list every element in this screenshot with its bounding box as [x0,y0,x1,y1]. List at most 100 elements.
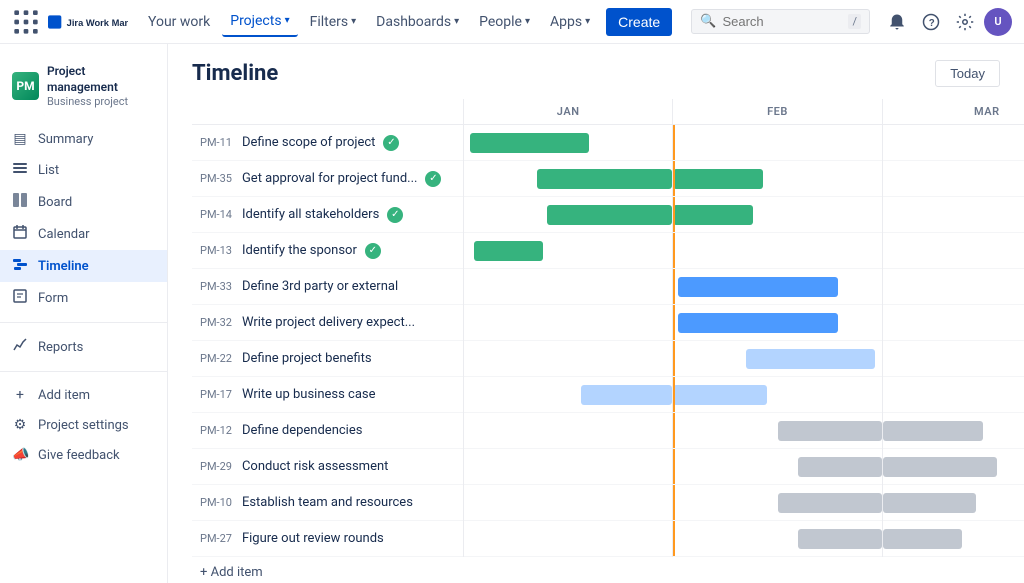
filters-chevron-icon: ▾ [351,16,356,27]
table-row[interactable]: PM-12Define dependencies [192,413,1024,449]
table-row[interactable]: PM-27Figure out review rounds [192,521,1024,557]
create-button[interactable]: Create [606,8,672,36]
task-name: Define 3rd party or external [242,279,398,294]
app-logo[interactable]: Jira Work Management [12,8,128,36]
gantt-bar[interactable] [798,529,881,549]
task-id: PM-35 [200,172,232,185]
sidebar-item-timeline[interactable]: Timeline [0,250,167,282]
gantt-bar[interactable] [547,205,672,225]
sidebar-item-calendar[interactable]: Calendar [0,218,167,250]
help-button[interactable]: ? [916,7,946,37]
nav-projects[interactable]: Projects ▾ [222,7,297,37]
gantt-cell-mar [882,449,1024,485]
apps-grid-icon [12,8,40,36]
sidebar-item-list[interactable]: List [0,154,167,186]
table-row[interactable]: PM-13Identify the sponsor✓ [192,233,1024,269]
gantt-bar[interactable] [883,529,962,549]
sidebar-item-board[interactable]: Board [0,186,167,218]
sidebar-item-label: Add item [38,388,90,403]
gantt-cell-mar [882,125,1024,161]
gantt-bar[interactable] [883,493,977,513]
sidebar-item-give-feedback[interactable]: 📣 Give feedback [0,440,167,470]
gantt-bar[interactable] [678,313,838,333]
table-row[interactable]: PM-10Establish team and resources [192,485,1024,521]
table-row[interactable]: PM-33Define 3rd party or external [192,269,1024,305]
task-name: Write project delivery expect... [242,315,415,330]
top-nav: Jira Work Management Your work Projects … [0,0,1024,44]
gantt-bar[interactable] [883,421,983,441]
settings-button[interactable] [950,7,980,37]
jan-header: JAN [464,99,673,125]
timeline-month-headers: JAN FEB MAR [192,99,1024,125]
gantt-bar[interactable] [678,277,838,297]
task-id: PM-10 [200,496,232,509]
task-cell: PM-13Identify the sponsor✓ [192,233,464,269]
summary-icon: ▤ [12,131,28,147]
gantt-cell-mar [882,305,1024,341]
sidebar-item-label: Form [38,291,68,306]
gantt-cell-jan [464,521,673,557]
sidebar-item-project-settings[interactable]: ⚙ Project settings [0,410,167,440]
gantt-bar[interactable] [581,385,673,405]
table-row[interactable]: PM-22Define project benefits [192,341,1024,377]
dashboards-chevron-icon: ▾ [454,16,459,27]
nav-dashboards[interactable]: Dashboards ▾ [368,8,467,36]
gantt-cell-feb [673,521,882,557]
today-line [673,305,675,340]
task-name: Define project benefits [242,351,372,366]
sidebar-item-summary[interactable]: ▤ Summary [0,124,167,154]
apps-chevron-icon: ▾ [585,16,590,27]
today-line [673,521,675,556]
sidebar-divider-2 [0,371,167,372]
gantt-cell-jan [464,305,673,341]
table-row[interactable]: PM-14Identify all stakeholders✓ [192,197,1024,233]
completed-check-icon: ✓ [387,207,403,223]
table-row[interactable]: PM-32Write project delivery expect... [192,305,1024,341]
nav-people[interactable]: People ▾ [471,8,538,36]
user-avatar[interactable]: U [984,8,1012,36]
table-row[interactable]: PM-29Conduct risk assessment [192,449,1024,485]
task-name: Identify the sponsor [242,243,357,258]
gantt-cell-feb [673,125,882,161]
add-item-button[interactable]: + Add item [200,565,1024,580]
sidebar-item-reports[interactable]: Reports [0,331,167,363]
gantt-bar[interactable] [537,169,672,189]
search-input[interactable] [722,14,842,29]
add-item-row[interactable]: + Add item [192,557,1024,583]
table-row[interactable]: PM-17Write up business case [192,377,1024,413]
sidebar-divider [0,322,167,323]
notifications-button[interactable] [882,7,912,37]
gantt-bar[interactable] [746,349,875,369]
board-icon [12,193,28,211]
sidebar-item-add-item[interactable]: + Add item [0,380,167,410]
table-row[interactable]: PM-11Define scope of project✓ [192,125,1024,161]
gantt-bar[interactable] [673,169,763,189]
completed-check-icon: ✓ [365,243,381,259]
page-title: Timeline [192,61,278,86]
gantt-bar[interactable] [673,385,767,405]
mar-header: MAR [882,99,1024,125]
search-icon: 🔍 [700,14,716,29]
gantt-bar[interactable] [883,457,998,477]
nav-your-work[interactable]: Your work [140,8,218,36]
gantt-bar[interactable] [470,133,589,153]
search-bar[interactable]: 🔍 / [691,9,870,34]
gantt-bar[interactable] [798,457,881,477]
gantt-cell-mar [882,485,1024,521]
gantt-bar[interactable] [673,205,752,225]
gantt-bar[interactable] [778,421,882,441]
gantt-cell-jan [464,269,673,305]
table-row[interactable]: PM-35Get approval for project fund...✓ [192,161,1024,197]
gantt-cell-jan [464,233,673,269]
task-name: Write up business case [242,387,376,402]
gantt-bar[interactable] [474,241,543,261]
nav-filters[interactable]: Filters ▾ [302,8,365,36]
sidebar-item-form[interactable]: Form [0,282,167,314]
feb-header: FEB [673,99,882,125]
sidebar-item-label: Timeline [38,259,89,274]
project-type: Business project [47,95,155,108]
nav-apps[interactable]: Apps ▾ [542,8,598,36]
sidebar-project[interactable]: PM Project management Business project [0,56,167,124]
gantt-bar[interactable] [778,493,882,513]
today-button[interactable]: Today [935,60,1000,87]
